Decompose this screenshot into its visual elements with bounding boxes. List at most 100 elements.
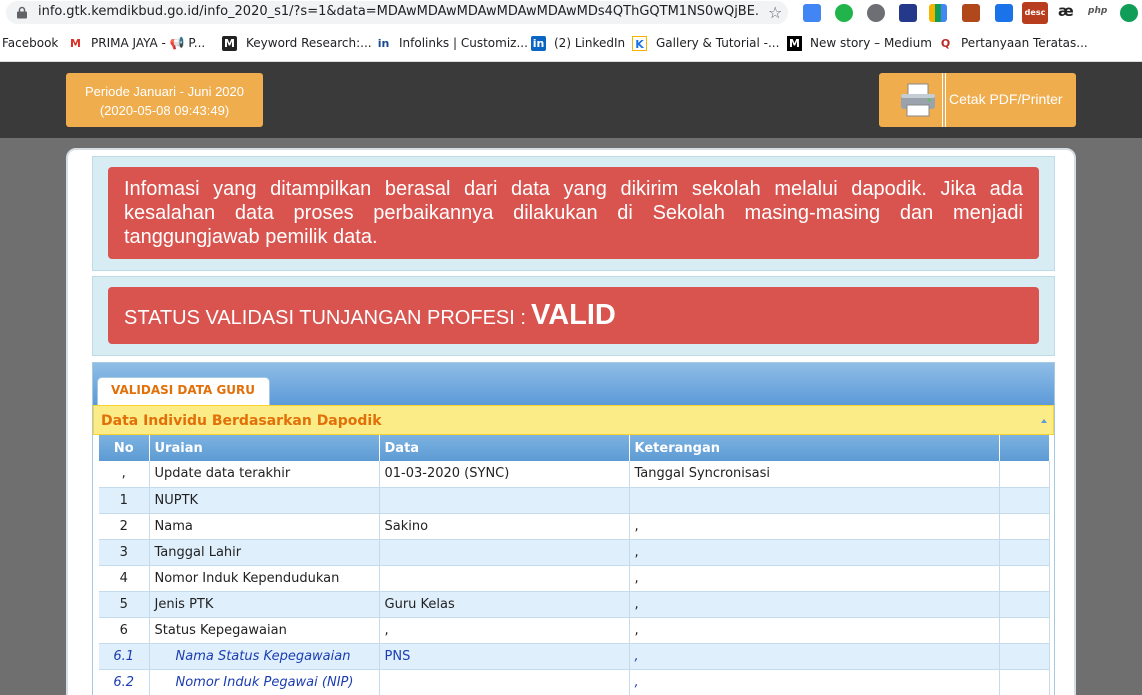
cell-extra	[999, 513, 1050, 540]
cell-extra	[999, 539, 1050, 566]
bookmark-linkedin[interactable]: (2) LinkedIn	[554, 36, 625, 50]
cell-no: 5	[99, 591, 150, 618]
infolinks-icon: in	[377, 37, 390, 50]
extension-calendar-icon[interactable]	[962, 4, 980, 22]
table-row: 5 Jenis PTK Guru Kelas ,	[99, 591, 1050, 618]
teacher-data-table: No Uraian Data Keterangan , Update data …	[99, 435, 1050, 695]
column-header-data: Data	[379, 435, 630, 461]
extension-chart-icon[interactable]	[803, 4, 821, 22]
bookmark-medium[interactable]: New story – Medium	[810, 36, 932, 50]
cell-no: 6.1	[99, 643, 150, 670]
cell-keterangan: ,	[629, 591, 1000, 618]
cell-no: 6	[99, 617, 150, 644]
cell-uraian: Nama Status Kepegawaian	[149, 643, 380, 670]
extension-ae-icon[interactable]: æ	[1058, 2, 1076, 20]
print-button-label: Cetak PDF/Printer	[949, 91, 1063, 107]
collapse-arrow-icon[interactable]	[1041, 419, 1047, 423]
cell-no: 2	[99, 513, 150, 540]
cell-extra	[999, 461, 1050, 488]
table-row: 6 Status Kepegawaian , ,	[99, 617, 1050, 644]
bookmark-prima-jaya[interactable]: PRIMA JAYA - 📢 P...	[91, 36, 205, 50]
column-header-no: No	[99, 435, 150, 461]
url-text: info.gtk.kemdikbud.go.id/info_2020_s1/?s…	[38, 4, 758, 19]
cell-data: PNS	[379, 643, 630, 670]
bookmark-keyword-research[interactable]: Keyword Research:...	[246, 36, 372, 50]
table-row: 3 Tanggal Lahir ,	[99, 539, 1050, 566]
cell-uraian: Nomor Induk Pegawai (NIP)	[149, 669, 380, 695]
table-row: , Update data terakhir 01-03-2020 (SYNC)…	[99, 461, 1050, 488]
url-bar[interactable]: info.gtk.kemdikbud.go.id/info_2020_s1/?s…	[6, 1, 788, 24]
cell-extra	[999, 487, 1050, 514]
period-badge: Periode Januari - Juni 2020 (2020-05-08 …	[66, 73, 263, 127]
cell-uraian: Status Kepegawaian	[149, 617, 380, 644]
cell-data: 01-03-2020 (SYNC)	[379, 461, 630, 488]
cell-uraian: Nomor Induk Kependudukan	[149, 565, 380, 592]
extension-php-icon[interactable]: php	[1088, 6, 1110, 24]
section-header[interactable]: Data Individu Berdasarkan Dapodik	[93, 405, 1054, 435]
section-title: Data Individu Berdasarkan Dapodik	[101, 413, 382, 429]
cell-extra	[999, 669, 1050, 695]
cell-data: Guru Kelas	[379, 591, 630, 618]
cell-no: 6.2	[99, 669, 150, 695]
table-row: 6.1 Nama Status Kepegawaian PNS ,	[99, 643, 1050, 670]
bookmark-quora[interactable]: Pertanyaan Teratas...	[961, 36, 1088, 50]
period-label: Periode Januari - Juni 2020	[85, 84, 244, 99]
cell-data	[379, 539, 630, 566]
table-row: 2 Nama Sakino ,	[99, 513, 1050, 540]
cell-uraian: Nama	[149, 513, 380, 540]
validation-status-value: VALID	[531, 299, 616, 331]
k-icon: K	[632, 36, 647, 51]
extension-grammarly-icon[interactable]	[1120, 4, 1138, 22]
table-row: 6.2 Nomor Induk Pegawai (NIP) ,	[99, 669, 1050, 695]
cell-data	[379, 669, 630, 695]
extension-bolt-icon[interactable]	[867, 4, 885, 22]
bookmark-star-icon[interactable]: ☆	[768, 3, 782, 22]
cell-no: 4	[99, 565, 150, 592]
cell-keterangan: ,	[629, 513, 1000, 540]
tab-validasi-data-guru[interactable]: VALIDASI DATA GURU	[97, 377, 270, 405]
bookmarks-bar: Facebook M PRIMA JAYA - 📢 P... M Keyword…	[0, 26, 1142, 62]
bookmark-infolinks[interactable]: Infolinks | Customiz...	[399, 36, 528, 50]
cell-extra	[999, 591, 1050, 618]
extension-p-icon[interactable]	[899, 4, 917, 22]
print-pdf-button[interactable]: Cetak PDF/Printer	[879, 73, 1076, 127]
extension-desc-icon[interactable]: desc	[1022, 2, 1048, 24]
bookmark-gallery-tutorial[interactable]: Gallery & Tutorial -...	[656, 36, 779, 50]
period-timestamp: (2020-05-08 09:43:49)	[99, 103, 230, 118]
cell-keterangan: ,	[629, 617, 1000, 644]
cell-extra	[999, 617, 1050, 644]
cell-no: 1	[99, 487, 150, 514]
extension-bars-icon[interactable]	[929, 4, 947, 22]
cell-data	[379, 565, 630, 592]
column-header-uraian: Uraian	[149, 435, 380, 461]
bookmark-facebook[interactable]: Facebook	[2, 36, 58, 50]
linkedin-icon: in	[531, 36, 546, 51]
cell-keterangan: Tanggal Syncronisasi	[629, 461, 1000, 488]
cell-uraian: Update data terakhir	[149, 461, 380, 488]
cell-no: ,	[99, 461, 150, 488]
cell-data	[379, 487, 630, 514]
gmail-icon: M	[70, 37, 81, 50]
printer-icon	[901, 83, 935, 117]
print-button-divider	[942, 73, 946, 127]
table-row: 4 Nomor Induk Kependudukan ,	[99, 565, 1050, 592]
cell-keterangan: ,	[629, 669, 1000, 695]
medium-icon: M	[787, 36, 802, 51]
table-row: 1 NUPTK	[99, 487, 1050, 514]
cell-uraian: NUPTK	[149, 487, 380, 514]
extension-check-icon[interactable]	[835, 4, 853, 22]
quora-icon: Q	[940, 37, 951, 50]
validation-status-label: STATUS VALIDASI TUNJANGAN PROFESI :	[124, 307, 526, 329]
cell-no: 3	[99, 539, 150, 566]
cell-data: Sakino	[379, 513, 630, 540]
extension-doc-icon[interactable]	[995, 4, 1013, 22]
page-header: Periode Januari - Juni 2020 (2020-05-08 …	[0, 62, 1142, 138]
cell-keterangan: ,	[629, 539, 1000, 566]
cell-extra	[999, 643, 1050, 670]
lock-icon	[17, 6, 27, 19]
cell-keterangan: ,	[629, 643, 1000, 670]
validation-status-alert: STATUS VALIDASI TUNJANGAN PROFESI : VALI…	[108, 287, 1039, 344]
notice-alert: Infomasi yang ditampilkan berasal dari d…	[108, 167, 1039, 259]
cell-keterangan: ,	[629, 565, 1000, 592]
cell-uraian: Tanggal Lahir	[149, 539, 380, 566]
